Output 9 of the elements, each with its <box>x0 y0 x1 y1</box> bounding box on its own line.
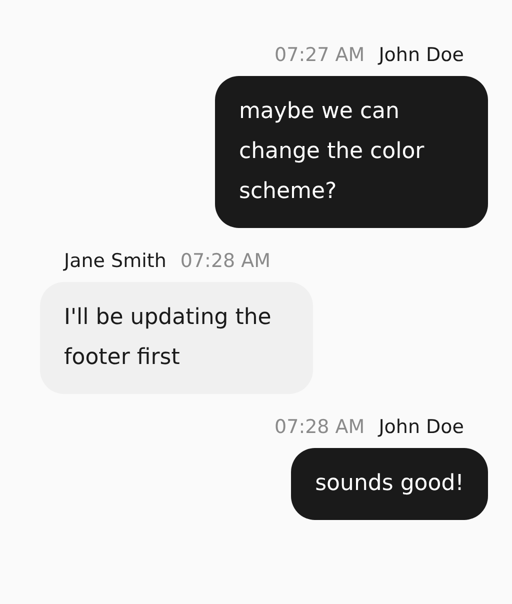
author-name: Jane Smith <box>64 250 166 272</box>
message-bubble: sounds good! <box>291 448 488 520</box>
message-time: 07:28 AM <box>180 250 271 272</box>
message-time: 07:27 AM <box>274 44 365 66</box>
message-bubble: I'll be updating the footer first <box>40 282 313 394</box>
author-name: John Doe <box>378 44 464 66</box>
message-time: 07:28 AM <box>274 416 365 438</box>
author-name: John Doe <box>378 416 464 438</box>
message-bubble: maybe we can change the color scheme? <box>215 76 488 228</box>
